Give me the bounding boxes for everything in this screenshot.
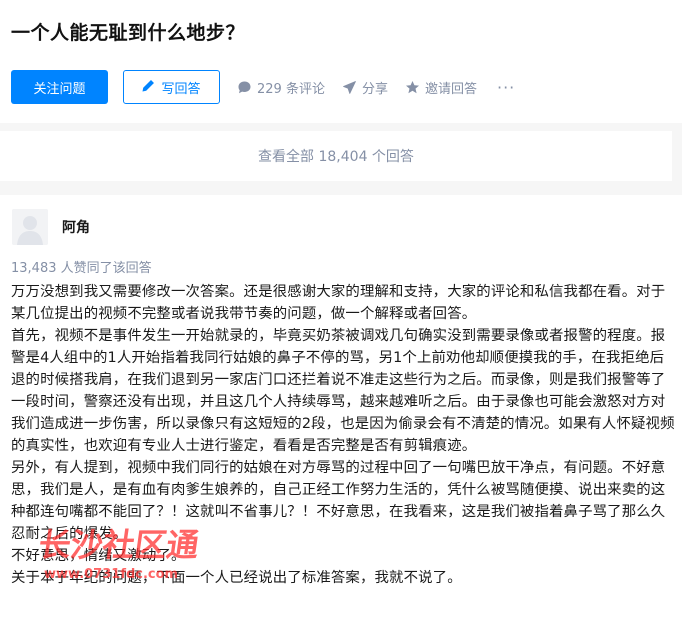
share-label: 分享 [361, 81, 388, 97]
author-name[interactable]: 阿角 [62, 217, 90, 237]
pencil-icon [142, 79, 155, 96]
answer-paragraph: 另外，有人提到，视频中我们同行的姑娘在对方辱骂的过程中回了一句嘴巴放干净点，有问… [11, 460, 666, 542]
write-answer-button[interactable]: 写回答 [123, 70, 220, 104]
question-title: 一个人能无耻到什么地步？ [11, 22, 246, 44]
answer-card: 阿角 13,483 人赞同了该回答 万万没想到我又需要修改一次答案。还是很感谢大… [0, 195, 682, 626]
comment-icon [237, 80, 252, 95]
write-answer-label: 写回答 [161, 81, 201, 97]
answer-paragraph: 不好意思，情绪又激动了。 [11, 548, 186, 564]
question-actions: 关注问题 写回答 229 条评论 分享 邀请回答 ··· [11, 70, 515, 104]
share-button[interactable]: 分享 [342, 78, 388, 97]
view-all-answers-link[interactable]: 查看全部 18,404 个回答 [0, 131, 672, 181]
answer-paragraph: 首先，视频不是事件发生一开始就录的，毕竟买奶茶被调戏几句确实没到需要录像或者报警… [11, 328, 675, 454]
more-options-button[interactable]: ··· [497, 78, 515, 97]
avatar[interactable] [12, 209, 48, 245]
share-icon [342, 80, 357, 95]
invite-answer-label: 邀请回答 [424, 81, 477, 97]
vote-count: 13,483 人赞同了该回答 [11, 261, 152, 276]
comments-button[interactable]: 229 条评论 [237, 78, 325, 97]
answer-paragraph: 关于本子年纪的问题，下面一个人已经说出了标准答案，我就不说了。 [11, 570, 462, 586]
invite-answer-button[interactable]: 邀请回答 [405, 78, 477, 97]
answer-paragraph: 万万没想到我又需要修改一次答案。还是很感谢大家的理解和支持，大家的评论和私信我都… [11, 284, 666, 322]
answer-content: 万万没想到我又需要修改一次答案。还是很感谢大家的理解和支持，大家的评论和私信我都… [11, 281, 675, 589]
star-icon [405, 80, 420, 95]
comments-label: 229 条评论 [257, 81, 325, 97]
follow-question-button[interactable]: 关注问题 [11, 70, 108, 104]
